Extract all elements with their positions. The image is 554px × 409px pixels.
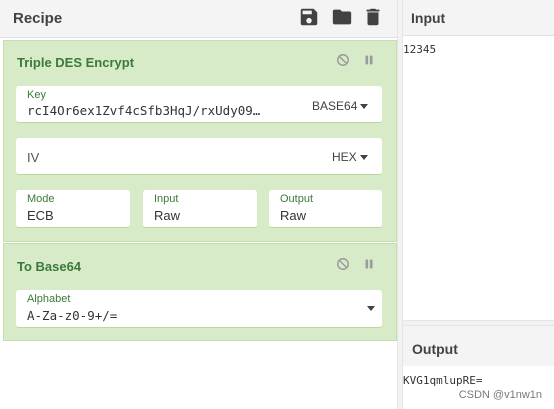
- operation-title: Triple DES Encrypt: [17, 55, 135, 70]
- recipe-panel: Recipe Triple DES Encrypt Key rcI4Or6ex1…: [0, 0, 397, 409]
- output-format-label: Output: [280, 193, 314, 205]
- operation-to-base64[interactable]: To Base64 Alphabet A-Za-z0-9+/=: [3, 243, 397, 341]
- disable-icon[interactable]: [336, 257, 350, 271]
- key-label: Key: [27, 89, 46, 101]
- input-format-field[interactable]: Input Raw: [143, 190, 257, 228]
- input-text[interactable]: 12345: [403, 43, 436, 56]
- output-header: Output: [403, 326, 554, 366]
- input-title: Input: [411, 10, 446, 26]
- recipe-title: Recipe: [13, 10, 63, 27]
- output-format-value[interactable]: Raw: [280, 208, 306, 223]
- save-icon[interactable]: [298, 6, 320, 28]
- watermark: CSDN @v1nw1n: [456, 389, 544, 401]
- iv-format-label: HEX: [332, 150, 357, 164]
- iv-field[interactable]: IV HEX: [16, 138, 382, 175]
- pause-icon[interactable]: [362, 53, 376, 67]
- input-textarea[interactable]: 12345: [403, 37, 554, 320]
- chevron-down-icon[interactable]: [367, 306, 375, 311]
- operation-triple-des-encrypt[interactable]: Triple DES Encrypt Key rcI4Or6ex1Zvf4cSf…: [3, 40, 397, 242]
- mode-value[interactable]: ECB: [27, 208, 54, 223]
- trash-icon[interactable]: [362, 6, 384, 28]
- output-textarea[interactable]: KVG1qmlupRE=: [403, 366, 554, 409]
- recipe-header: Recipe: [0, 0, 397, 38]
- output-title: Output: [412, 341, 458, 357]
- key-format-dropdown[interactable]: BASE64: [312, 99, 369, 113]
- key-value[interactable]: rcI4Or6ex1Zvf4cSfb3HqJ/rxUdy09…: [27, 103, 297, 118]
- input-format-label: Input: [154, 193, 179, 205]
- alphabet-label: Alphabet: [27, 293, 71, 305]
- mode-label: Mode: [27, 193, 55, 205]
- input-format-value[interactable]: Raw: [154, 208, 180, 223]
- chevron-down-icon: [359, 155, 368, 161]
- iv-label: IV: [27, 150, 40, 165]
- key-field[interactable]: Key rcI4Or6ex1Zvf4cSfb3HqJ/rxUdy09… BASE…: [16, 86, 382, 123]
- output-format-field[interactable]: Output Raw: [269, 190, 382, 228]
- chevron-down-icon: [360, 104, 369, 110]
- output-text[interactable]: KVG1qmlupRE=: [403, 374, 482, 387]
- disable-icon[interactable]: [336, 53, 350, 67]
- key-format-label: BASE64: [312, 99, 358, 113]
- input-header: Input: [403, 0, 554, 36]
- iv-format-dropdown[interactable]: HEX: [332, 150, 368, 164]
- mode-field[interactable]: Mode ECB: [16, 190, 130, 228]
- folder-icon[interactable]: [331, 6, 353, 28]
- alphabet-field[interactable]: Alphabet A-Za-z0-9+/=: [16, 290, 382, 328]
- alphabet-value[interactable]: A-Za-z0-9+/=: [27, 308, 117, 323]
- pause-icon[interactable]: [362, 257, 376, 271]
- operation-title: To Base64: [17, 259, 82, 274]
